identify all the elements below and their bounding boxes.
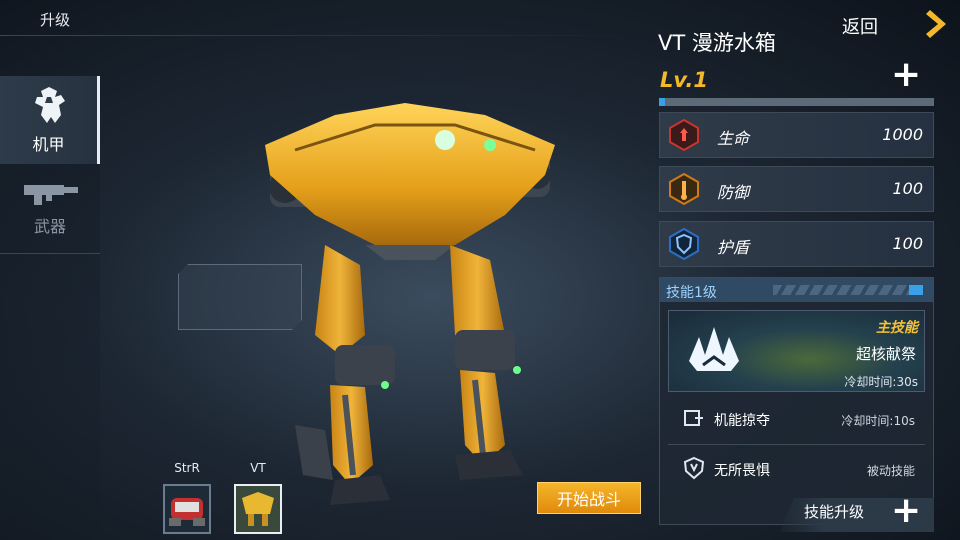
stat-name: 护盾	[717, 238, 750, 257]
skill-divider	[668, 444, 925, 445]
skill-row-fearless[interactable]: 无所畏惧 被动技能	[668, 448, 925, 488]
sidebar-item-label: 武器	[33, 217, 66, 236]
skill-note: 被动技能	[866, 464, 915, 478]
stat-value: 100	[892, 179, 923, 198]
robot-label-strr: StrR	[174, 461, 200, 475]
stat-row-defense: 防御 100	[659, 166, 934, 212]
robot-thumbnail-icon	[242, 492, 274, 526]
sidebar: 机甲 武器	[0, 76, 100, 252]
robot-thumbnail-icon	[169, 498, 205, 526]
skill-row-plunder[interactable]: 机能掠夺 冷却时间:10s	[668, 398, 925, 438]
skill-panel: 技能1级 主技能 超核献祭 冷却时间:30s 机能掠夺 冷却时间:10s 无所畏…	[659, 277, 934, 525]
robot-name: VT 漫游水箱	[658, 31, 776, 55]
upgrade-level-plus-button[interactable]: +	[891, 57, 921, 93]
xp-progress-fill	[659, 98, 665, 106]
stat-row-health: 生命 1000	[659, 112, 934, 158]
stat-value: 1000	[882, 125, 923, 144]
start-battle-button[interactable]: 开始战斗	[537, 482, 641, 514]
robot-level: Lv.1	[660, 68, 708, 92]
fearless-icon	[683, 456, 705, 480]
skill-name: 无所畏惧	[714, 463, 770, 479]
health-icon	[669, 119, 699, 151]
plunder-icon	[684, 410, 703, 426]
main-skill-tag: 主技能	[876, 320, 918, 336]
stat-name: 防御	[717, 183, 750, 202]
back-button[interactable]: 返回	[842, 13, 878, 39]
main-skill-name: 超核献祭	[855, 345, 916, 363]
shield-icon	[669, 228, 699, 260]
robot-label-vt: VT	[250, 461, 266, 475]
header-divider	[0, 35, 640, 36]
skill-level-label: 技能1级	[666, 285, 717, 301]
main-skill-cooldown: 冷却时间:30s	[844, 375, 918, 389]
skill-note: 冷却时间:10s	[841, 414, 915, 428]
page-title: 升级	[40, 11, 71, 29]
xp-progress-bar	[659, 98, 934, 106]
robot-select-strr[interactable]	[163, 484, 211, 534]
skill-header: 技能1级	[660, 278, 933, 302]
sidebar-item-weapon[interactable]: 武器	[0, 164, 100, 252]
mech-icon	[34, 87, 65, 123]
robot-select-vt[interactable]	[234, 484, 282, 534]
sidebar-divider	[0, 253, 100, 254]
stat-row-shield: 护盾 100	[659, 221, 934, 267]
skill-upgrade-button[interactable]: 技能升级	[804, 501, 864, 522]
skill-upgrade-plus-button[interactable]: +	[891, 493, 921, 529]
main-skill-card[interactable]: 主技能 超核献祭 冷却时间:30s	[668, 310, 925, 392]
defense-icon	[669, 173, 699, 205]
chevron-right-icon[interactable]	[924, 8, 950, 40]
stat-value: 100	[892, 234, 923, 253]
stat-name: 生命	[717, 129, 750, 148]
weapon-icon	[24, 185, 78, 205]
sidebar-item-label: 机甲	[32, 135, 65, 154]
skill-level-stripes	[773, 285, 923, 295]
core-sacrifice-icon	[689, 327, 739, 371]
sidebar-item-mech[interactable]: 机甲	[0, 76, 100, 164]
skill-name: 机能掠夺	[714, 413, 770, 429]
mech-illustration	[265, 103, 555, 505]
